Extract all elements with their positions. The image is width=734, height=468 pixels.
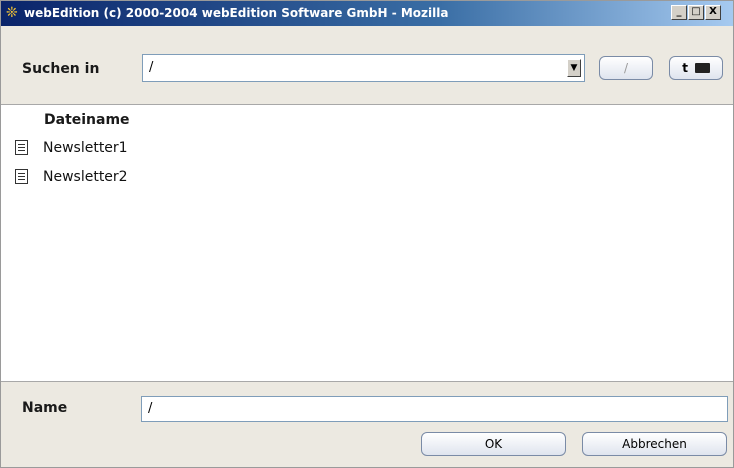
cancel-button[interactable]: Abbrechen: [582, 432, 727, 456]
titlebar[interactable]: ❊ webEdition (c) 2000-2004 webEdition So…: [1, 1, 733, 26]
search-in-label: Suchen in: [22, 61, 100, 77]
chevron-down-icon[interactable]: ▼: [567, 59, 581, 77]
file-dialog-window: ❊ webEdition (c) 2000-2004 webEdition So…: [0, 0, 734, 468]
path-select-value: /: [149, 60, 154, 75]
list-item[interactable]: Newsletter2: [15, 165, 715, 189]
root-directory-button[interactable]: /: [599, 56, 653, 80]
list-item[interactable]: Newsletter1: [15, 136, 715, 160]
search-toolbar: Suchen in / ▼ / t: [1, 26, 733, 105]
file-name: Newsletter1: [43, 140, 128, 156]
folder-icon: [694, 63, 710, 73]
ok-button[interactable]: OK: [421, 432, 566, 456]
path-select[interactable]: / ▼: [142, 54, 585, 82]
maximize-button[interactable]: □: [688, 5, 704, 20]
file-name: Newsletter2: [43, 169, 128, 185]
parent-directory-button[interactable]: t: [669, 56, 723, 80]
dialog-footer: Name / OK Abbrechen: [1, 382, 733, 467]
name-field[interactable]: /: [141, 396, 728, 422]
column-header-filename[interactable]: Dateiname: [44, 112, 130, 128]
file-list[interactable]: Dateiname Newsletter1 Newsletter2: [1, 105, 733, 382]
up-arrow-glyph: t: [682, 61, 688, 75]
window-title: webEdition (c) 2000-2004 webEdition Soft…: [24, 6, 449, 20]
minimize-button[interactable]: _: [671, 5, 687, 20]
webedition-icon: ❊: [6, 5, 18, 21]
document-icon: [15, 140, 28, 155]
name-label: Name: [22, 400, 68, 416]
document-icon: [15, 169, 28, 184]
name-field-value: /: [148, 401, 153, 416]
close-button[interactable]: X: [705, 5, 721, 20]
